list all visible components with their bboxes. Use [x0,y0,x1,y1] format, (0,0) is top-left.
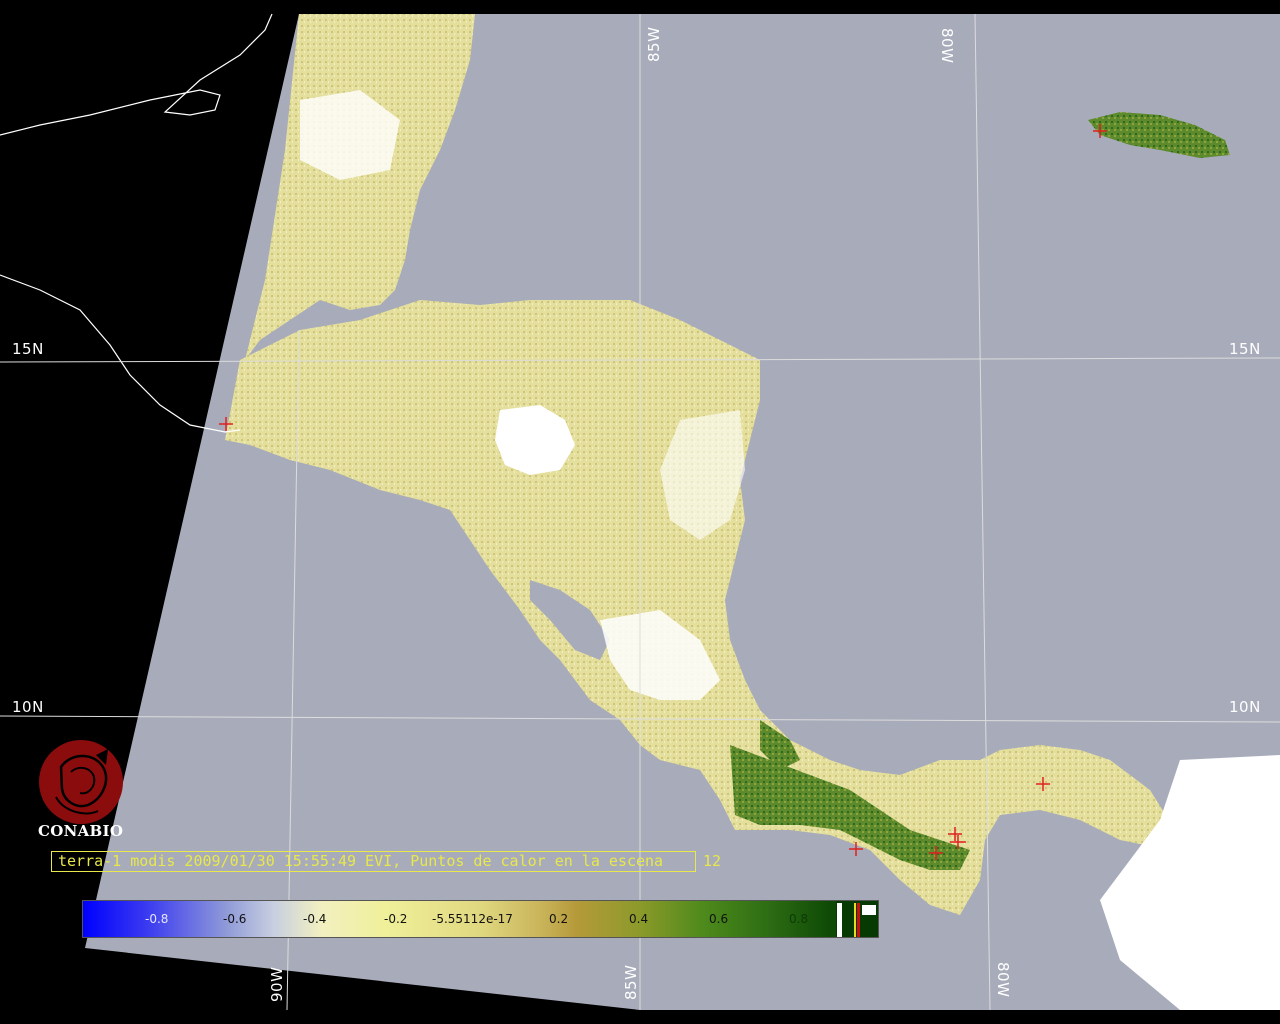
lat-label-10n-right: 10N [1229,698,1261,716]
caption-text: terra-1 modis 2009/01/30 15:55:49 EVI, P… [58,852,664,870]
caption-hotspot-count: 12 [703,852,722,870]
lat-label-10n-left: 10N [12,698,44,716]
colorbar-tick: 0.4 [629,912,649,926]
coastline-yucatan [0,13,273,136]
conabio-logo-text: CONABIO [38,822,124,840]
conabio-logo-icon [39,740,123,824]
colorbar-tick: 0.2 [549,912,569,926]
colorbar-tick: 0.8 [789,912,809,926]
lat-label-15n-right: 15N [1229,340,1261,358]
lon-label-80w-bottom: 80W [994,962,1012,998]
colorbar-end-swatches [836,901,878,937]
lon-label-85w-bottom: 85W [622,964,640,1000]
colorbar-tick: -0.6 [223,912,247,926]
colorbar-tick: -5.55112e-17 [432,912,513,926]
lon-label-85w-top: 85W [645,26,663,62]
colorbar-tick: 0.6 [709,912,729,926]
lon-label-90w-bottom: 90W [268,966,286,1002]
lat-label-15n-left: 15N [12,340,44,358]
colorbar-tick: -0.8 [145,912,169,926]
colorbar-tick: -0.2 [384,912,408,926]
colorbar-tick: -0.4 [303,912,327,926]
lon-label-80w-top: 80W [938,28,956,64]
